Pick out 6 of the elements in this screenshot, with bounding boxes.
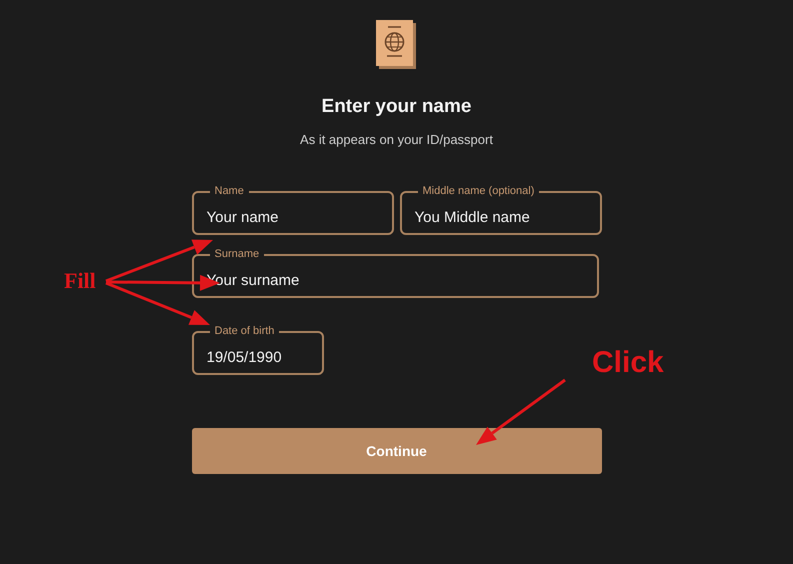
annotation-text: Click [592,345,664,381]
page-title: Enter your name [322,95,472,119]
annotation-text: Fill [64,267,96,295]
passport-icon [376,20,418,70]
page-subtitle: As it appears on your ID/passport [300,130,493,149]
field-label: Middle name (optional) [418,184,540,198]
